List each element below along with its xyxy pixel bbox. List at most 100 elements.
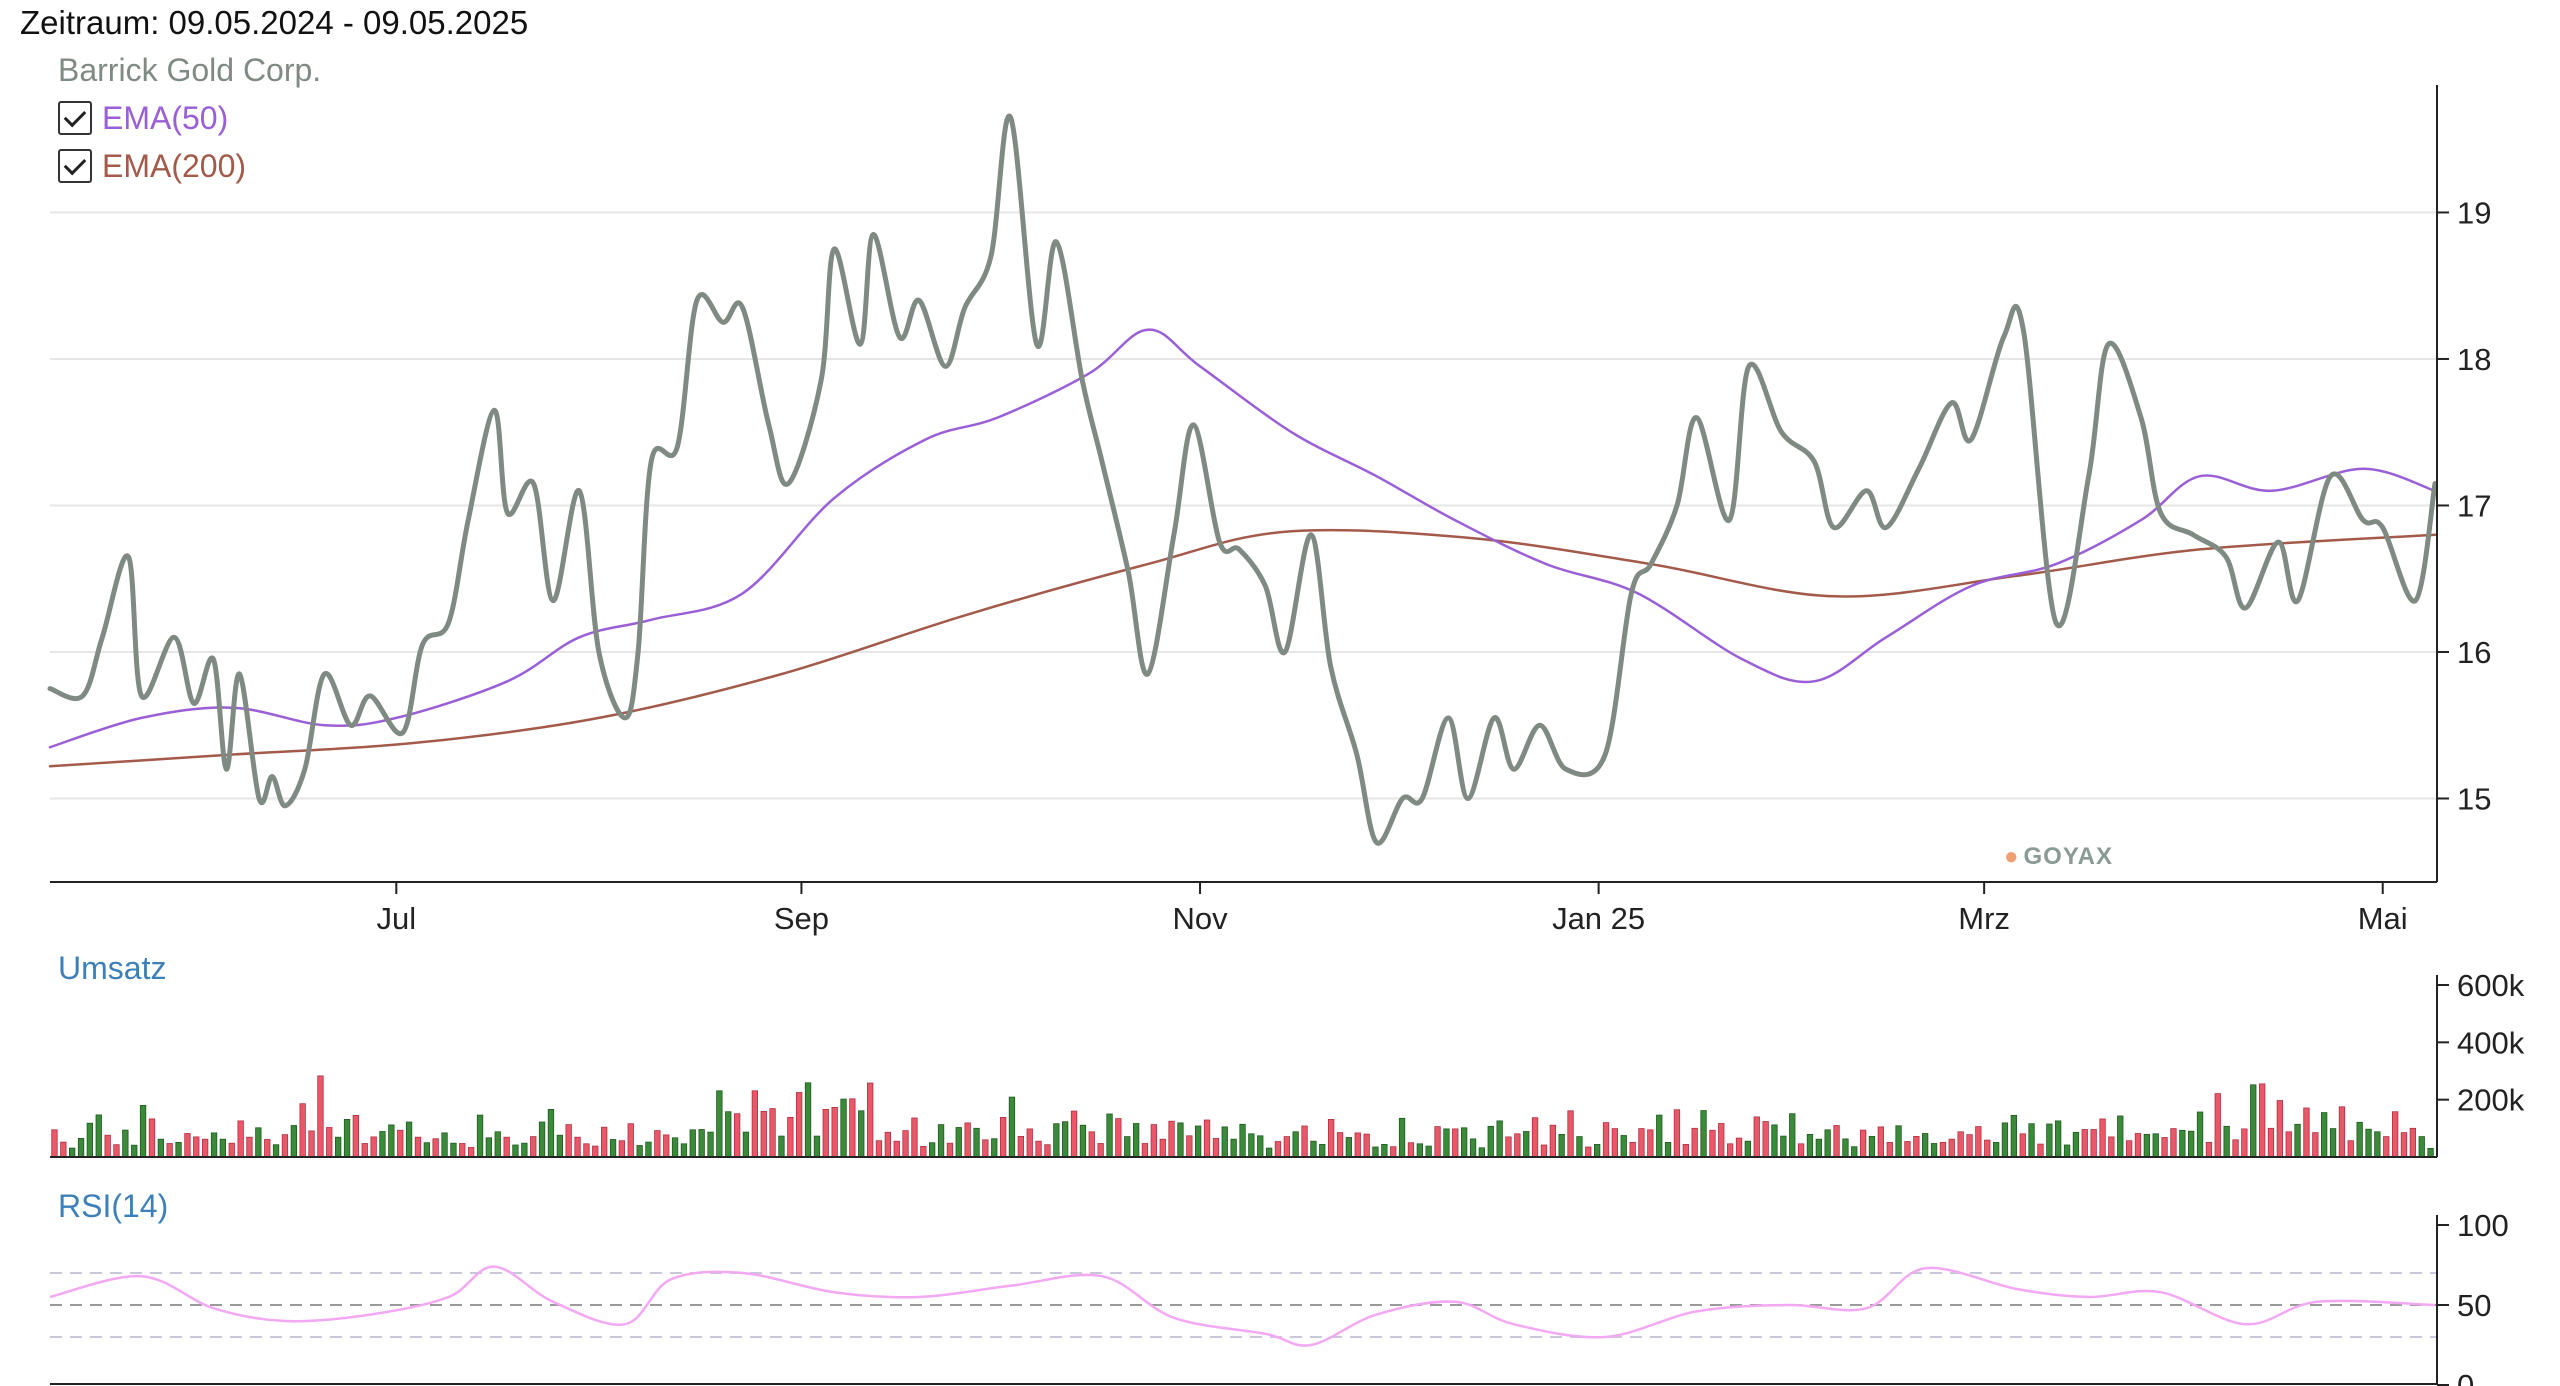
volume-bar xyxy=(1008,1096,1016,1158)
volume-bar xyxy=(2365,1128,2372,1158)
volume-panel-label: Umsatz xyxy=(58,950,167,986)
volume-bar xyxy=(1904,1141,1911,1158)
volume-bar xyxy=(334,1136,342,1158)
volume-bar xyxy=(264,1139,271,1158)
volume-bar xyxy=(840,1098,847,1158)
volume-bar xyxy=(1000,1117,1007,1158)
volume-bar xyxy=(1469,1138,1477,1158)
legend-ema200[interactable]: EMA(200) xyxy=(58,148,246,184)
volume-bar xyxy=(1106,1113,1113,1158)
volume-bar xyxy=(1133,1123,1140,1158)
volume-bar xyxy=(937,1124,945,1158)
volume-bar xyxy=(184,1133,191,1158)
volume-bar xyxy=(1274,1141,1282,1158)
volume-bar xyxy=(1930,1143,1938,1158)
volume-bar xyxy=(2383,1136,2390,1158)
volume-tick-label: 400k xyxy=(2457,1025,2525,1060)
volume-bar xyxy=(131,1144,138,1158)
rsi-panel xyxy=(49,1265,2437,1347)
ema200-checkbox[interactable] xyxy=(58,149,92,183)
volume-bar xyxy=(521,1142,528,1158)
volume-bar xyxy=(831,1107,838,1158)
volume-bar xyxy=(1851,1146,1858,1158)
volume-bar xyxy=(1452,1128,1459,1158)
volume-bar xyxy=(122,1129,129,1158)
volume-bar xyxy=(973,1127,980,1158)
legend-ema50[interactable]: EMA(50) xyxy=(58,100,228,136)
volume-bar xyxy=(742,1131,750,1158)
volume-bar xyxy=(1673,1109,1681,1158)
stock-chart: 15 16 17 18 19 Jul Sep Nov Jan 25 Mrz Mai 200k 400k 6… xyxy=(47,85,2525,1386)
volume-bar xyxy=(1718,1123,1725,1158)
volume-bar xyxy=(2063,1144,2071,1158)
volume-bar xyxy=(2081,1129,2088,1158)
volume-bar xyxy=(787,1117,794,1158)
volume-bar xyxy=(1363,1133,1370,1158)
volume-bar xyxy=(104,1134,111,1158)
volume-bar xyxy=(769,1108,776,1158)
volume-bar xyxy=(1682,1144,1689,1158)
period-label: Zeitraum: 09.05.2024 - 09.05.2025 xyxy=(20,4,529,41)
volume-bar xyxy=(2170,1128,2177,1158)
volume-bar xyxy=(95,1114,102,1158)
volume-bar xyxy=(804,1082,812,1158)
volume-bar xyxy=(2214,1093,2221,1158)
volume-bar xyxy=(1611,1128,1618,1158)
volume-bar xyxy=(1150,1124,1157,1158)
volume-bar xyxy=(645,1141,652,1158)
volume-bar xyxy=(911,1117,918,1158)
volume-bar xyxy=(1647,1129,1654,1158)
volume-bar xyxy=(1336,1132,1344,1158)
volume-bar xyxy=(379,1131,386,1158)
volume-bar xyxy=(2356,1121,2363,1158)
volume-bar xyxy=(1549,1124,1556,1158)
x-tick-label: Mrz xyxy=(1958,901,2010,936)
volume-bar xyxy=(1301,1125,1308,1158)
volume-bar xyxy=(1886,1142,1893,1158)
volume-bar xyxy=(1088,1131,1095,1158)
volume-bar xyxy=(2187,1130,2195,1158)
volume-bar xyxy=(2374,1131,2381,1158)
volume-bar xyxy=(414,1136,422,1158)
volume-bar xyxy=(1602,1122,1610,1158)
volume-bar xyxy=(361,1143,368,1158)
volume-bar xyxy=(946,1142,954,1158)
volume-bar xyxy=(1975,1126,1982,1158)
volume-bar xyxy=(1443,1128,1450,1158)
volume-bar xyxy=(69,1147,76,1158)
volume-bar xyxy=(609,1139,617,1158)
volume-bar xyxy=(166,1143,173,1158)
volume-tick-label: 200k xyxy=(2457,1083,2525,1118)
volume-bar xyxy=(2001,1122,2009,1158)
volume-bar xyxy=(902,1130,909,1158)
y-tick-label: 17 xyxy=(2457,488,2491,523)
volume-bar xyxy=(450,1142,457,1158)
volume-bar xyxy=(1753,1116,1760,1158)
x-tick-label: Jul xyxy=(376,901,416,936)
volume-bar xyxy=(2427,1148,2434,1158)
volume-bar xyxy=(1053,1123,1060,1158)
ema50-checkbox[interactable] xyxy=(58,101,92,135)
volume-bar xyxy=(201,1138,209,1158)
volume-bar xyxy=(1948,1138,1955,1158)
volume-bar xyxy=(1993,1142,2000,1158)
volume-bar xyxy=(1044,1144,1051,1158)
volume-bar xyxy=(1700,1110,1707,1158)
volume-bar xyxy=(1230,1138,1237,1158)
volume-bar xyxy=(867,1082,874,1158)
volume-bar xyxy=(1727,1143,1734,1158)
volume-bar xyxy=(698,1129,705,1158)
volume-bar xyxy=(2037,1143,2044,1158)
volume-bar xyxy=(1629,1142,1636,1158)
volume-bar xyxy=(1656,1114,1663,1158)
volume-bar xyxy=(459,1143,466,1158)
volume-bar xyxy=(680,1143,688,1158)
volume-bar xyxy=(964,1122,971,1158)
volume-bar xyxy=(1354,1132,1361,1158)
volume-bar xyxy=(1390,1146,1397,1158)
volume-bar xyxy=(1017,1136,1024,1158)
volume-bar xyxy=(219,1138,227,1158)
volume-bar xyxy=(530,1136,537,1158)
volume-bar xyxy=(2143,1134,2151,1158)
volume-bar xyxy=(955,1127,962,1158)
